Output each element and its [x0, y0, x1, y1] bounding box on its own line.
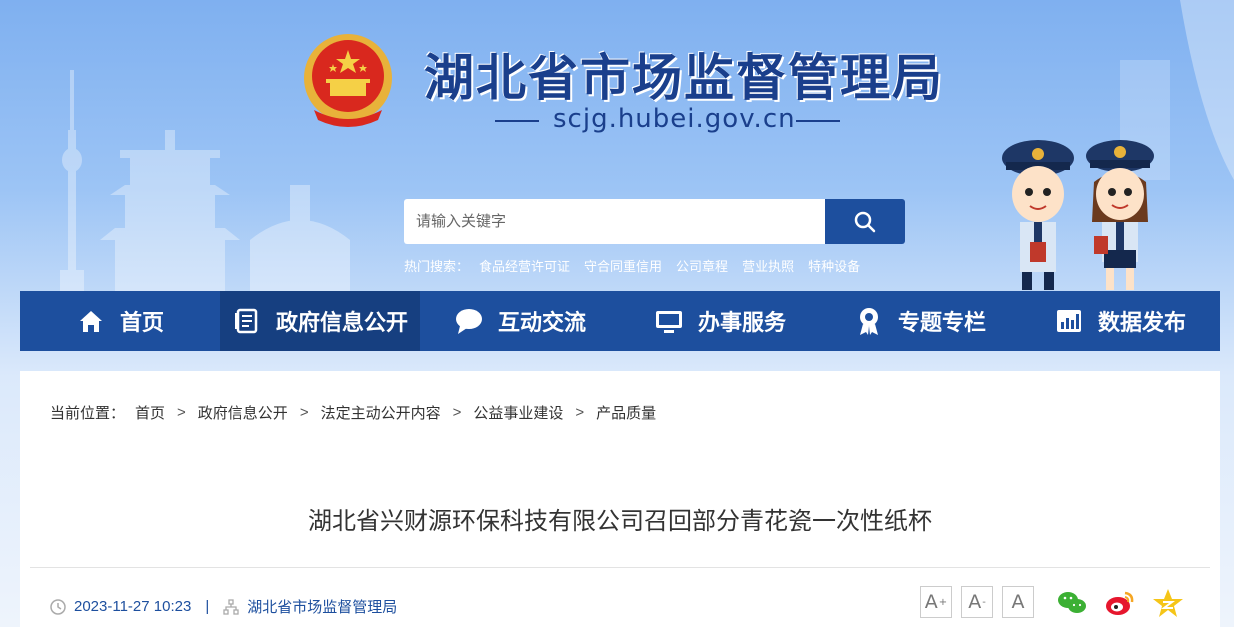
article-meta: 2023-11-27 10:23 | 湖北省市场监督管理局 — [50, 596, 397, 617]
organization-icon — [223, 598, 239, 615]
share-bar — [1056, 587, 1200, 619]
meta-separator: | — [205, 598, 210, 615]
breadcrumb-item[interactable]: 政府信息公开 — [198, 402, 288, 423]
nav-item-label: 政府信息公开 — [275, 311, 408, 336]
main-nav: 首页 政府信息公开 互动交流 办事服务 专题专栏 数据发布 — [20, 291, 1220, 351]
content-panel: 当前位置： 首页 > 政府信息公开 > 法定主动公开内容 > 公益事业建设 > … — [20, 371, 1220, 627]
hot-search-item[interactable]: 公司章程 — [676, 256, 728, 275]
nav-item-interaction[interactable]: 互动交流 — [420, 291, 620, 351]
article-title: 湖北省兴财源环保科技有限公司召回部分青花瓷一次性纸杯 — [308, 508, 932, 535]
hot-search-item[interactable]: 营业执照 — [742, 256, 794, 275]
breadcrumb-separator: > — [299, 404, 309, 421]
breadcrumb-separator: > — [177, 404, 186, 421]
hot-search-item[interactable]: 守合同重信用 — [584, 256, 662, 275]
nav-item-gov-info[interactable]: 政府信息公开 — [220, 291, 420, 351]
search-button[interactable] — [825, 199, 905, 244]
font-decrease-button[interactable]: A- — [961, 586, 993, 618]
monitor-icon — [654, 306, 684, 336]
weibo-icon[interactable] — [1104, 587, 1136, 619]
national-emblem-logo — [304, 34, 392, 127]
nav-item-home[interactable]: 首页 — [20, 291, 220, 351]
site-title: 湖北省市场监督管理局 — [424, 49, 944, 107]
breadcrumb-item[interactable]: 法定主动公开内容 — [321, 402, 441, 423]
site-header: 湖北省市场监督管理局 scjg.hubei.gov.cn 热门搜索： 食品经营许… — [0, 0, 1234, 292]
site-domain: scjg.hubei.gov.cn — [553, 104, 796, 134]
breadcrumb-item[interactable]: 首页 — [135, 402, 165, 423]
domain-divider-left — [495, 120, 539, 122]
breadcrumb-label: 当前位置： — [50, 405, 126, 422]
hot-search: 热门搜索： 食品经营许可证 守合同重信用 公司章程 营业执照 特种设备 — [404, 256, 874, 275]
breadcrumb-item[interactable]: 公益事业建设 — [473, 402, 563, 423]
wechat-icon[interactable] — [1056, 587, 1088, 619]
clock-icon — [50, 598, 66, 615]
search-box — [404, 199, 905, 244]
qzone-icon[interactable] — [1152, 587, 1184, 619]
site-domain-row: scjg.hubei.gov.cn — [495, 104, 840, 138]
home-icon — [76, 306, 106, 336]
nav-item-label: 互动交流 — [497, 311, 586, 336]
mascot-illustration — [1002, 140, 1154, 290]
nav-item-label: 办事服务 — [697, 311, 786, 336]
bar-chart-icon — [1054, 306, 1084, 336]
nav-item-label: 专题专栏 — [897, 311, 986, 336]
hot-search-item[interactable]: 食品经营许可证 — [479, 256, 570, 275]
title-divider — [30, 567, 1210, 568]
document-icon — [232, 306, 262, 336]
font-increase-button[interactable]: A + — [920, 586, 952, 618]
hot-search-label: 热门搜索： — [404, 259, 470, 274]
hot-search-item[interactable]: 特种设备 — [808, 256, 860, 275]
search-input[interactable] — [404, 199, 825, 244]
award-icon — [854, 306, 884, 336]
chat-icon — [454, 306, 484, 336]
search-icon — [854, 211, 876, 232]
nav-item-label: 数据发布 — [1097, 311, 1186, 336]
breadcrumb: 当前位置： 首页 > 政府信息公开 > 法定主动公开内容 > 公益事业建设 > … — [50, 402, 656, 423]
breadcrumb-separator: > — [575, 404, 585, 421]
nav-item-services[interactable]: 办事服务 — [620, 291, 820, 351]
font-size-controls: A + A- A — [920, 586, 1043, 618]
font-reset-button[interactable]: A — [1002, 586, 1034, 618]
breadcrumb-item[interactable]: 产品质量 — [596, 402, 656, 423]
nav-item-topics[interactable]: 专题专栏 — [820, 291, 1020, 351]
domain-divider-right — [796, 120, 840, 122]
article-source: 湖北省市场监督管理局 — [247, 599, 398, 616]
publish-date: 2023-11-27 10:23 — [74, 598, 192, 615]
nav-item-data[interactable]: 数据发布 — [1020, 291, 1220, 351]
breadcrumb-separator: > — [452, 404, 462, 421]
nav-item-label: 首页 — [119, 311, 164, 336]
